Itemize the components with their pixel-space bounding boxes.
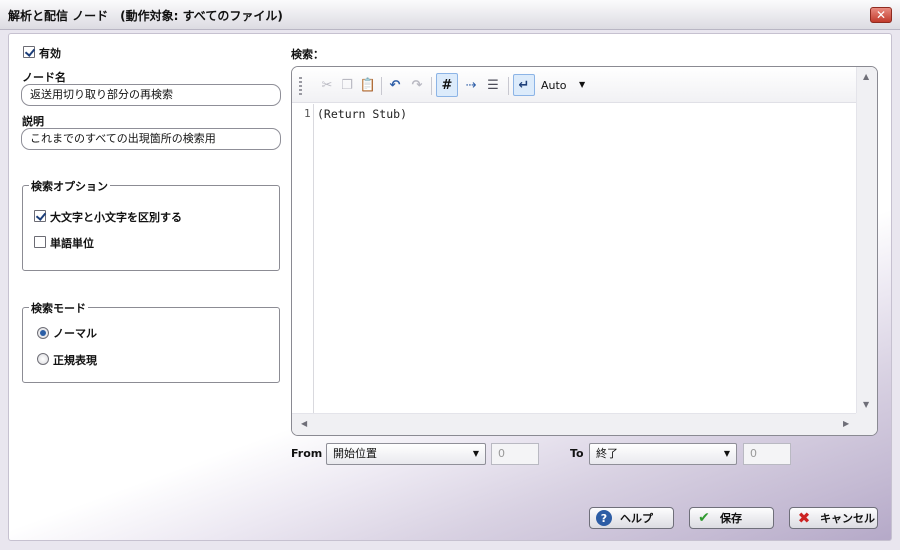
paste-icon[interactable]: 📋: [359, 76, 377, 94]
to-select-value: 終了: [596, 447, 618, 460]
indent-guides-icon[interactable]: ☰: [484, 76, 502, 94]
to-offset-field[interactable]: 0: [743, 443, 791, 465]
horizontal-scrollbar[interactable]: ◀ ▶: [292, 413, 857, 435]
normal-radio[interactable]: [37, 327, 49, 339]
save-button[interactable]: ✔ 保存: [689, 507, 774, 529]
chevron-down-icon: ▼: [472, 449, 479, 458]
from-label: From: [291, 447, 323, 460]
search-mode-title: 検索モード: [29, 300, 88, 316]
description-field[interactable]: これまでのすべての出現箇所の検索用: [21, 128, 281, 150]
to-select[interactable]: 終了 ▼: [589, 443, 737, 465]
help-button-label: ヘルプ: [620, 512, 653, 525]
cancel-button[interactable]: ✖ キャンセル: [789, 507, 878, 529]
cancel-x-icon: ✖: [797, 509, 811, 527]
checkmark-icon: ✔: [698, 510, 710, 526]
search-editor[interactable]: ✂ ❐ 📋 ↶ ↷ # ⇢ ☰ ↵ Auto ▼ 1 (Return Stub)…: [291, 66, 878, 436]
wrap-mode-dropdown-icon[interactable]: ▼: [579, 80, 585, 89]
from-offset-field[interactable]: 0: [491, 443, 539, 465]
enabled-checkbox[interactable]: [23, 46, 35, 58]
save-button-label: 保存: [720, 512, 742, 525]
window-title: 解析と配信 ノード (動作対象: すべてのファイル): [8, 9, 283, 23]
cancel-button-label: キャンセル: [820, 512, 875, 525]
line-numbers-icon[interactable]: #: [436, 73, 458, 97]
node-name-field[interactable]: 返送用切り取り部分の再検索: [21, 84, 281, 106]
from-select-value: 開始位置: [333, 447, 377, 460]
close-icon[interactable]: ✕: [870, 7, 892, 23]
wrap-mode-value[interactable]: Auto: [541, 79, 567, 92]
help-icon: ?: [596, 510, 612, 526]
line-number: 1: [304, 107, 311, 120]
vertical-scrollbar[interactable]: ▲ ▼: [856, 67, 877, 413]
from-select[interactable]: 開始位置 ▼: [326, 443, 486, 465]
to-label: To: [570, 447, 584, 460]
node-name-label: ノード名: [22, 71, 66, 84]
line-number-gutter: 1: [292, 104, 314, 413]
enabled-label: 有効: [39, 47, 61, 60]
help-button[interactable]: ? ヘルプ: [589, 507, 674, 529]
copy-icon[interactable]: ❐: [338, 76, 356, 94]
title-bar: 解析と配信 ノード (動作対象: すべてのファイル) ✕: [0, 0, 900, 30]
regex-radio[interactable]: [37, 353, 49, 365]
search-options-title: 検索オプション: [29, 178, 110, 194]
code-text[interactable]: (Return Stub): [317, 107, 407, 121]
description-label: 説明: [22, 115, 44, 128]
redo-icon[interactable]: ↷: [408, 76, 426, 94]
search-options-group: 検索オプション: [22, 178, 280, 271]
cut-icon[interactable]: ✂: [318, 76, 336, 94]
search-mode-group: 検索モード: [22, 300, 280, 383]
undo-icon[interactable]: ↶: [386, 76, 404, 94]
case-sensitive-label: 大文字と小文字を区別する: [50, 211, 182, 224]
scroll-right-icon[interactable]: ▶: [843, 419, 849, 428]
word-wrap-icon[interactable]: ↵: [513, 74, 535, 96]
chevron-down-icon: ▼: [723, 449, 730, 458]
toolbar-grip-icon[interactable]: [299, 77, 302, 95]
editor-toolbar: ✂ ❐ 📋 ↶ ↷ # ⇢ ☰ ↵ Auto ▼: [292, 67, 857, 103]
whitespace-icon[interactable]: ⇢: [462, 76, 480, 94]
whole-word-checkbox[interactable]: [34, 236, 46, 248]
scroll-left-icon[interactable]: ◀: [301, 419, 307, 428]
regex-label: 正規表現: [53, 354, 97, 367]
normal-label: ノーマル: [53, 327, 97, 340]
scroll-down-icon[interactable]: ▼: [863, 400, 869, 409]
whole-word-label: 単語単位: [50, 237, 94, 250]
search-label: 検索：: [291, 48, 324, 61]
scroll-up-icon[interactable]: ▲: [863, 72, 869, 81]
scrollbar-corner: [856, 413, 877, 435]
case-sensitive-checkbox[interactable]: [34, 210, 46, 222]
